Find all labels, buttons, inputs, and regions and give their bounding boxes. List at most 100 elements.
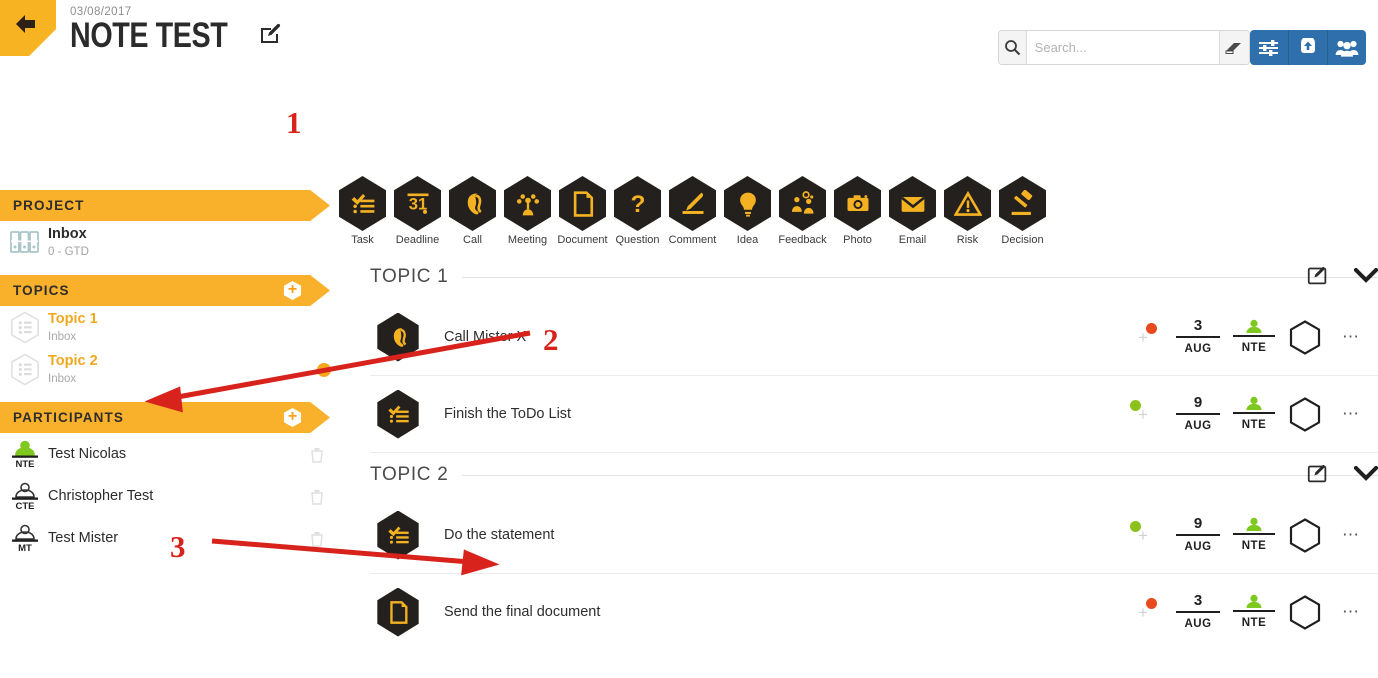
priority-indicator[interactable]: +: [1126, 520, 1170, 550]
entry-type-label: Feedback: [778, 234, 827, 246]
entry-type-label: Risk: [956, 234, 979, 246]
entry-type-document[interactable]: Document: [555, 176, 610, 246]
entry-type-call[interactable]: Call: [445, 176, 500, 246]
search-icon[interactable]: [999, 31, 1027, 64]
status-hexagon-icon[interactable]: [1282, 396, 1328, 432]
search-box[interactable]: [998, 30, 1250, 65]
avatar: MT: [6, 522, 44, 554]
task-due-date[interactable]: 3 AUG: [1170, 592, 1226, 632]
task-assignee[interactable]: NTE: [1226, 517, 1282, 554]
task-type-icon[interactable]: [370, 312, 426, 362]
avatar: [1226, 319, 1282, 334]
task-type-icon[interactable]: [370, 510, 426, 560]
sidebar-participants-list: NTE Test Nicolas CTE Christopher Test MT Test…: [0, 433, 350, 559]
back-button[interactable]: [0, 0, 56, 56]
ellipsis-icon[interactable]: ⋯: [1328, 603, 1374, 620]
add-participant-button[interactable]: +: [283, 408, 302, 427]
entry-type-photo[interactable]: Photo: [830, 176, 885, 246]
task-assignee-initials: NTE: [1241, 616, 1267, 629]
entry-type-label: Decision: [1001, 234, 1044, 246]
filter-settings-button[interactable]: [1250, 30, 1289, 65]
phone-icon: [393, 327, 406, 347]
task-due-date[interactable]: 3 AUG: [1170, 317, 1226, 357]
task-row[interactable]: Do the statement +9 AUG NTE ⋯: [370, 497, 1378, 574]
priority-indicator[interactable]: +: [1126, 597, 1170, 627]
task-due-date[interactable]: 9 AUG: [1170, 515, 1226, 555]
chevron-down-icon[interactable]: [1353, 267, 1378, 288]
entry-type-label: Meeting: [507, 234, 548, 246]
sidebar-section-topics-label: TOPICS: [13, 283, 70, 298]
task-checklist-icon: [387, 405, 409, 423]
trash-icon[interactable]: [310, 447, 324, 468]
lightbulb-icon: [724, 176, 771, 231]
status-hexagon-icon[interactable]: [1282, 319, 1328, 355]
sidebar-participant[interactable]: NTE Test Nicolas: [0, 433, 350, 475]
priority-indicator[interactable]: +: [1126, 322, 1170, 352]
priority-dot: [1146, 598, 1157, 609]
participants-button[interactable]: [1328, 30, 1366, 65]
topic-header: TOPIC 2: [370, 453, 1378, 497]
group-people-icon: [1335, 40, 1359, 57]
task-checklist-icon: [387, 526, 409, 544]
task-due-month: AUG: [1184, 618, 1212, 630]
status-hexagon-icon[interactable]: [1282, 594, 1328, 630]
ellipsis-icon[interactable]: ⋯: [1328, 526, 1374, 543]
topic-title: TOPIC 1: [370, 266, 463, 288]
sidebar-participant[interactable]: CTE Christopher Test: [0, 475, 350, 517]
sidebar-item-topic-2[interactable]: Topic 2 Inbox: [0, 348, 350, 390]
task-due-date[interactable]: 9 AUG: [1170, 394, 1226, 434]
avatar: NTE: [6, 438, 44, 470]
task-type-icon[interactable]: [370, 389, 426, 439]
sidebar-section-participants: PARTICIPANTS +: [0, 402, 330, 433]
entry-type-label: Question: [615, 234, 660, 246]
status-hexagon-icon[interactable]: [1282, 517, 1328, 553]
meeting-people-icon: [516, 193, 539, 215]
entry-type-decision[interactable]: Decision: [995, 176, 1050, 246]
task-row[interactable]: Finish the ToDo List +9 AUG NTE ⋯: [370, 376, 1378, 453]
trash-icon[interactable]: [310, 489, 324, 510]
pencil-comment-icon: [682, 192, 703, 214]
phone-icon: [377, 312, 419, 362]
sidebar-item-inbox[interactable]: Inbox 0 - GTD: [0, 221, 350, 263]
entry-type-meeting[interactable]: Meeting: [500, 176, 555, 246]
task-row[interactable]: Call Mister X +3 AUG NTE ⋯: [370, 299, 1378, 376]
priority-indicator[interactable]: +: [1126, 399, 1170, 429]
trash-icon[interactable]: [310, 531, 324, 552]
export-button[interactable]: [1289, 30, 1328, 65]
entry-type-risk[interactable]: Risk: [940, 176, 995, 246]
task-checklist-icon: [351, 193, 374, 213]
chevron-down-icon[interactable]: [1353, 465, 1378, 486]
task-due-day: 9: [1193, 394, 1203, 411]
task-type-icon[interactable]: [370, 587, 426, 637]
feedback-people-icon: [791, 190, 813, 214]
page-title: NOTE TEST: [70, 16, 228, 55]
task-checklist-icon: [377, 389, 419, 439]
entry-type-idea[interactable]: Idea: [720, 176, 775, 246]
task-due-month: AUG: [1184, 343, 1212, 355]
task-assignee[interactable]: NTE: [1226, 594, 1282, 631]
edit-note-icon[interactable]: [259, 22, 283, 51]
entry-type-deadline[interactable]: 31 Deadline: [390, 176, 445, 246]
task-due-day: 9: [1193, 515, 1203, 532]
edit-topic-icon[interactable]: [1307, 463, 1328, 489]
task-row[interactable]: Send the final document +3 AUG NTE ⋯: [370, 574, 1378, 650]
task-assignee[interactable]: NTE: [1226, 396, 1282, 433]
topic-header: TOPIC 1: [370, 255, 1378, 299]
sidebar-item-topic-1[interactable]: Topic 1 Inbox: [0, 306, 350, 348]
edit-topic-icon[interactable]: [1307, 265, 1328, 291]
task-assignee[interactable]: NTE: [1226, 319, 1282, 356]
entry-type-question[interactable]: ? Question: [610, 176, 665, 246]
sidebar-participant[interactable]: MT Test Mister: [0, 517, 350, 559]
entry-type-feedback[interactable]: Feedback: [775, 176, 830, 246]
divider: [1176, 611, 1220, 613]
task-due-day: 3: [1193, 592, 1203, 609]
entry-type-email[interactable]: Email: [885, 176, 940, 246]
search-input[interactable]: [1026, 31, 1219, 64]
entry-type-comment[interactable]: Comment: [665, 176, 720, 246]
ellipsis-icon[interactable]: ⋯: [1328, 405, 1374, 422]
add-topic-button[interactable]: +: [283, 281, 302, 300]
eraser-icon[interactable]: [1218, 31, 1249, 64]
task-assignee-initials: NTE: [1241, 341, 1267, 354]
ellipsis-icon[interactable]: ⋯: [1328, 328, 1374, 345]
topic-list-hex-icon: [6, 353, 44, 386]
